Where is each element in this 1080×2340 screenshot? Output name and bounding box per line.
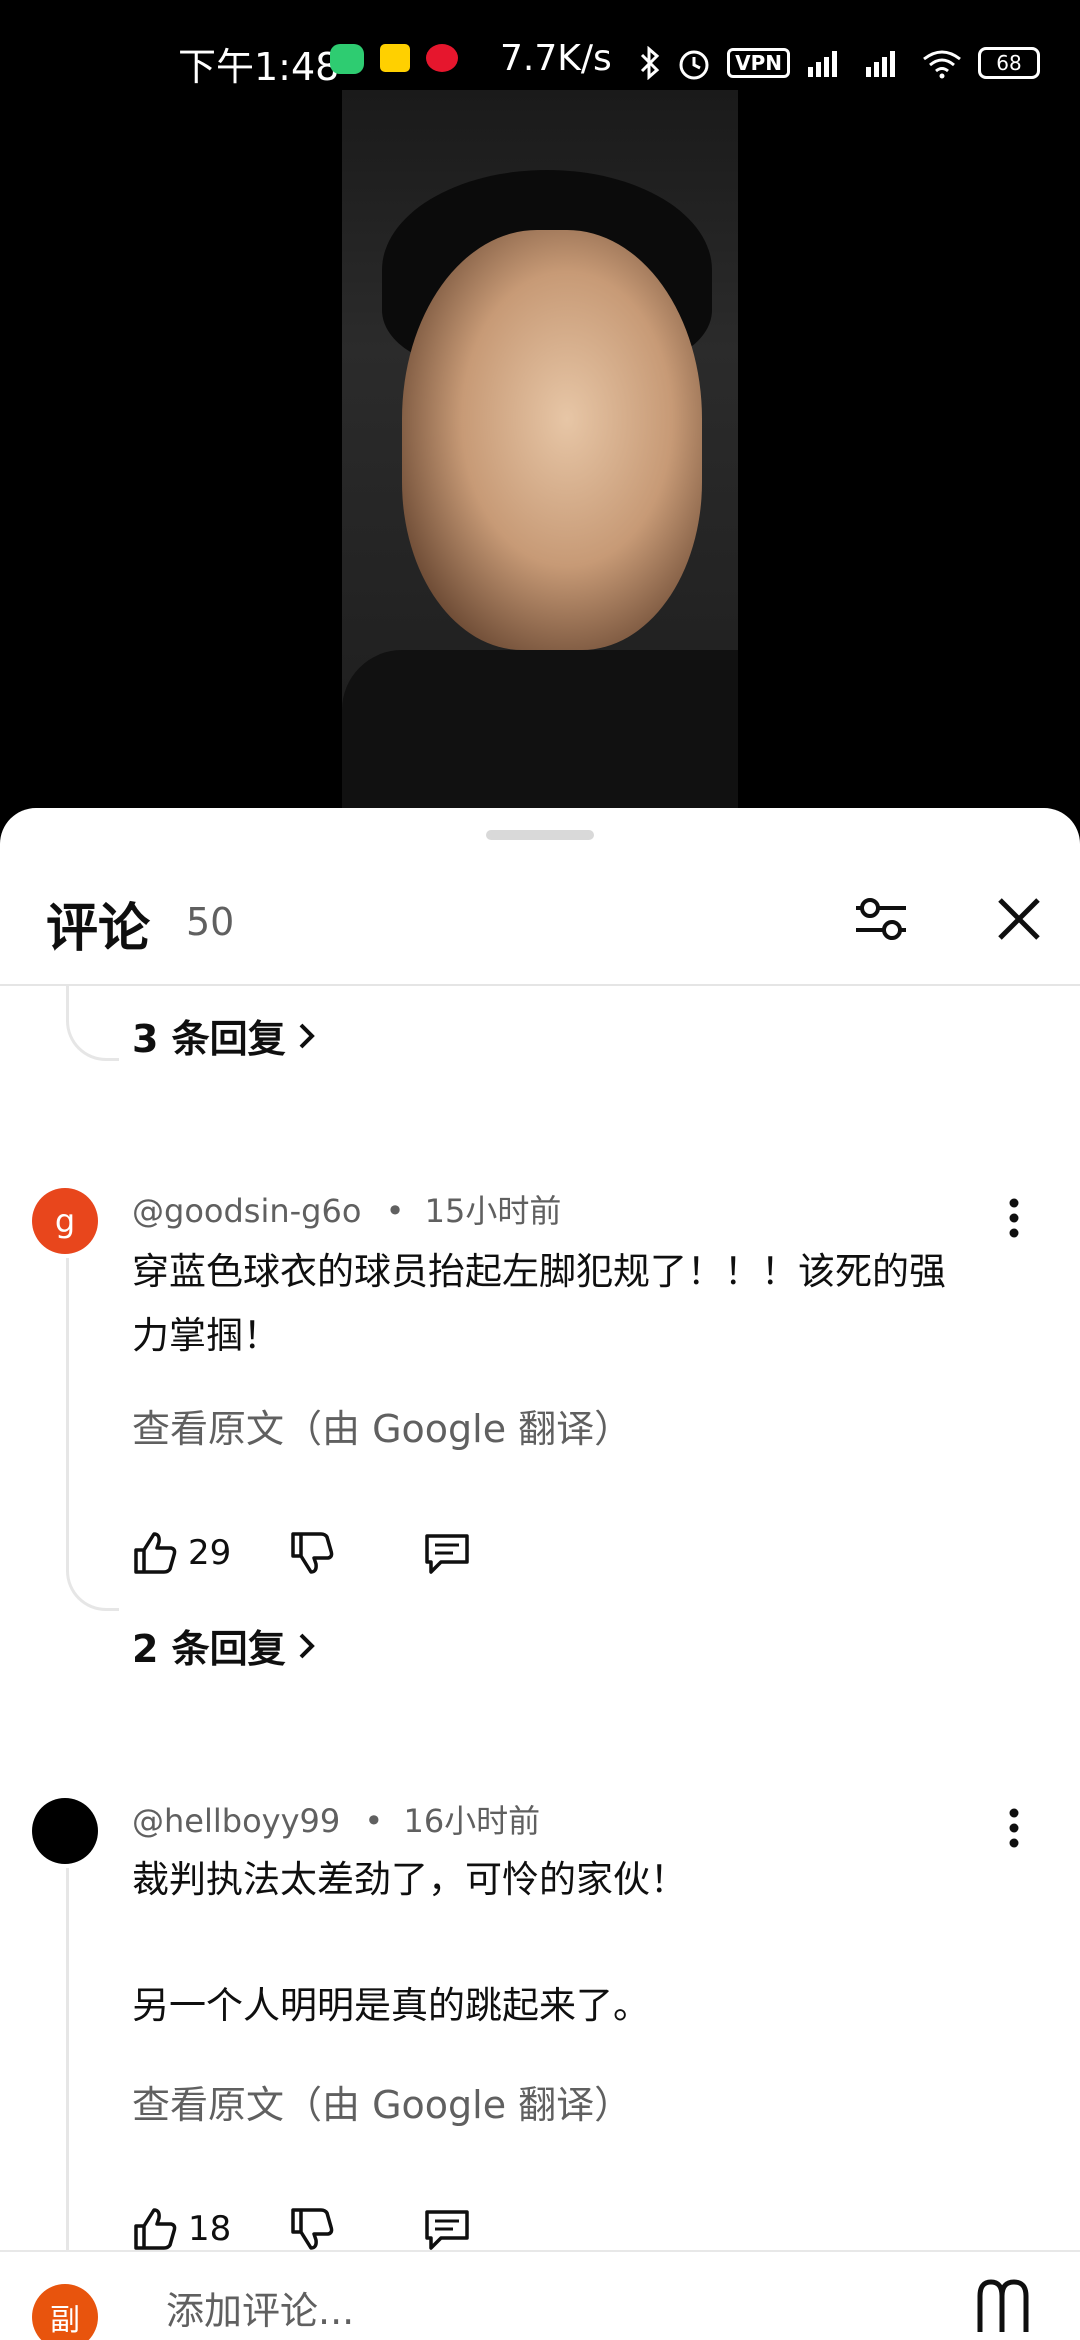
comments-header: 评论 50: [0, 868, 1080, 986]
battery-icon: 68: [978, 47, 1040, 79]
comment-text: 裁判执法太差劲了，可怜的家伙！ 另一个人明明是真的跳起来了。: [132, 1852, 1012, 2034]
wechat-icon: [330, 44, 364, 74]
see-original-link[interactable]: 查看原文（由 Google 翻译）: [132, 1398, 632, 1453]
like-button[interactable]: 29: [132, 1530, 231, 1576]
filter-icon[interactable]: [848, 886, 914, 952]
comment-actions: 18: [132, 2206, 471, 2252]
signal-icon-2: [866, 51, 895, 77]
video-frame[interactable]: [342, 90, 738, 830]
reply-comment-icon: [425, 2210, 470, 2250]
add-comment-input[interactable]: 添加评论...: [166, 2280, 354, 2335]
avatar[interactable]: [32, 1798, 98, 1864]
dislike-button[interactable]: [289, 1530, 335, 1576]
emoji-icon[interactable]: [974, 2276, 1032, 2336]
thumbs-down-icon: [291, 1532, 334, 1574]
video-person-jersey: [342, 650, 738, 830]
like-count: 29: [188, 1533, 232, 1573]
comment-text-line: 穿蓝色球衣的球员抬起左脚犯规了！！！该死的强: [132, 1250, 946, 1293]
avatar-letter: g: [54, 1202, 76, 1240]
like-button[interactable]: 18: [132, 2206, 231, 2252]
avatar[interactable]: g: [32, 1188, 98, 1254]
meituan-icon: [380, 44, 410, 72]
status-app-icons: [330, 44, 458, 74]
wifi-icon: [923, 50, 961, 79]
signal-icon: [808, 51, 837, 77]
bluetooth-icon: [641, 46, 660, 80]
drag-handle[interactable]: [486, 830, 594, 840]
vpn-badge: VPN: [727, 48, 790, 78]
comments-sheet: 评论 50 3 条回复 g @goodsin-g6o • 15小时前 穿蓝色球衣…: [0, 808, 1080, 2340]
reply-button[interactable]: [423, 2206, 471, 2252]
meta-separator: •: [385, 1192, 405, 1230]
status-right: VPN 68: [639, 44, 1040, 82]
video-person-face: [402, 230, 702, 650]
video-player[interactable]: [0, 90, 1080, 830]
chevron-right-icon: [299, 1023, 315, 1048]
user-avatar: 副: [32, 2284, 98, 2340]
comment-text-line: 力掌掴！: [132, 1314, 280, 1357]
comment-actions: 29: [132, 1530, 471, 1576]
like-count: 18: [188, 2209, 232, 2249]
thread-line: [66, 1868, 69, 2268]
comments-title: 评论: [46, 899, 151, 959]
comment-author[interactable]: @hellboyy99: [132, 1802, 340, 1840]
status-time: 下午1:48: [178, 45, 340, 89]
replies-label: 2 条回复: [132, 1627, 286, 1671]
thumbs-up-icon: [134, 2208, 177, 2250]
see-original-link[interactable]: 查看原文（由 Google 翻译）: [132, 2074, 632, 2129]
thread-line: [66, 1258, 69, 1548]
comment-meta: @hellboyy99 • 16小时前: [132, 1796, 540, 1842]
comments-count: 50: [186, 900, 235, 944]
chevron-right-icon: [299, 1633, 315, 1658]
more-vert-icon[interactable]: [1004, 1193, 1024, 1243]
comment-text-line: 另一个人明明是真的跳起来了。: [132, 1984, 650, 2027]
replies-label: 3 条回复: [132, 1017, 286, 1061]
more-vert-icon[interactable]: [1004, 1803, 1024, 1853]
thumbs-down-icon: [291, 2208, 334, 2250]
comment-text: 穿蓝色球衣的球员抬起左脚犯规了！！！该死的强 力掌掴！: [132, 1244, 1012, 1364]
status-bar: 下午1:48 7.7K/s VPN 68: [0, 0, 1080, 90]
view-replies-button-2[interactable]: 2 条回复: [132, 1618, 318, 1673]
thumbs-up-icon: [134, 1532, 177, 1574]
user-avatar-text: 副: [50, 2303, 80, 2338]
thread-curve: [66, 998, 119, 1061]
comment-time: 16小时前: [403, 1802, 541, 1840]
net-speed: 7.7K/s: [500, 38, 612, 79]
weibo-icon: [426, 44, 458, 72]
comment-text-line: 裁判执法太差劲了，可怜的家伙！: [132, 1858, 687, 1901]
dislike-button[interactable]: [289, 2206, 335, 2252]
reply-button[interactable]: [423, 1530, 471, 1576]
comment-composer: 副 添加评论...: [0, 2250, 1080, 2340]
reply-comment-icon: [425, 1534, 470, 1574]
meta-separator: •: [364, 1802, 384, 1840]
close-icon[interactable]: [986, 886, 1052, 952]
comment-author[interactable]: @goodsin-g6o: [132, 1192, 361, 1230]
comment-meta: @goodsin-g6o • 15小时前: [132, 1186, 561, 1232]
view-replies-button-1[interactable]: 3 条回复: [132, 1008, 318, 1063]
thread-curve: [66, 1548, 119, 1611]
comment-time: 15小时前: [424, 1192, 562, 1230]
alarm-icon: [679, 50, 709, 80]
